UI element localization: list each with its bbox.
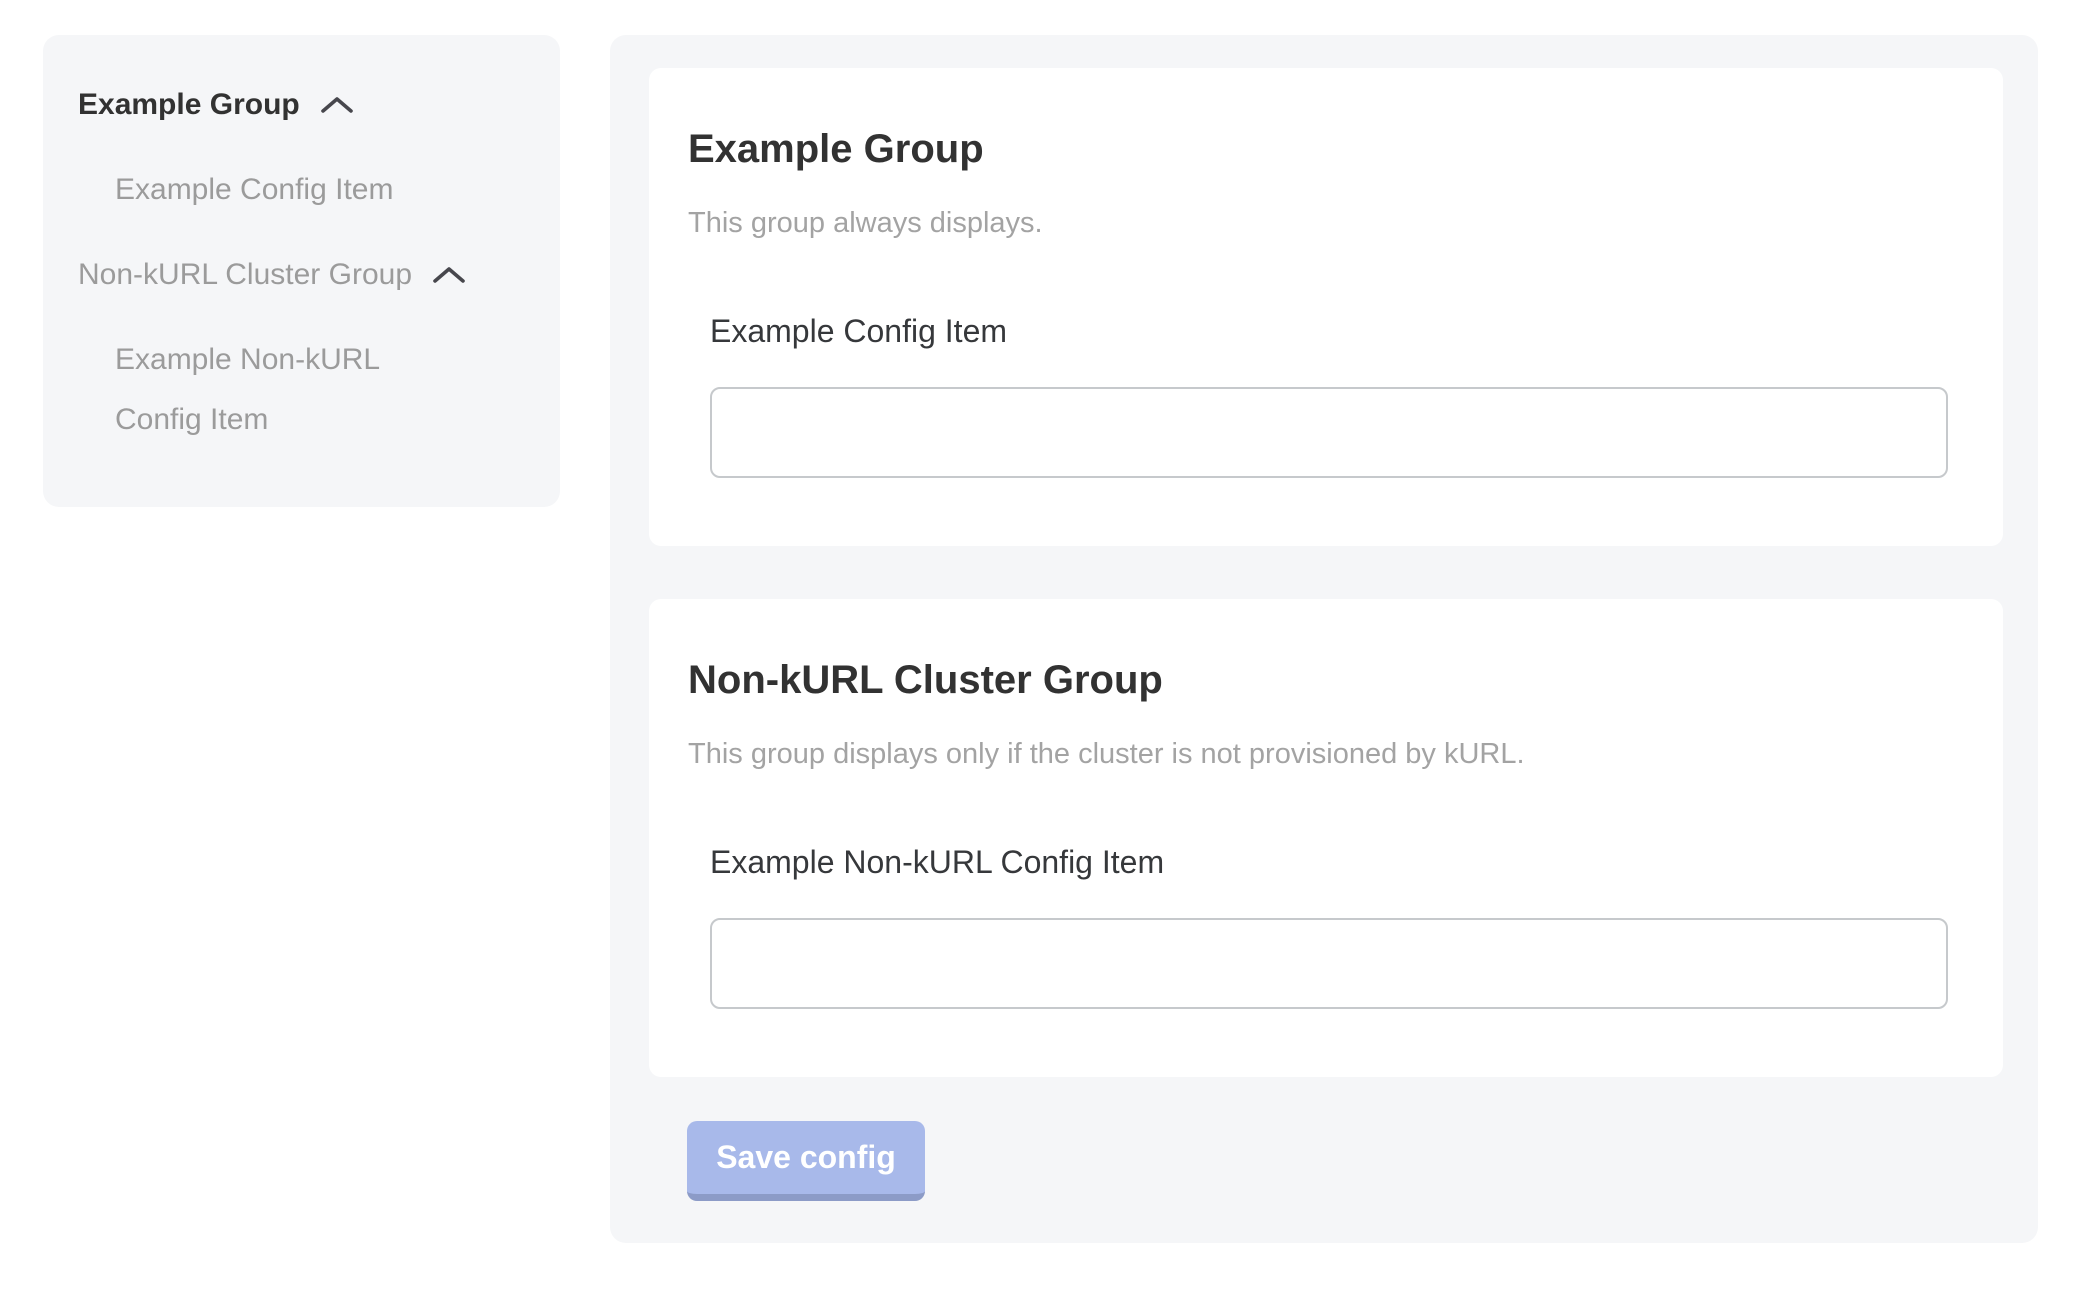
group-description: This group always displays. [688,206,1948,240]
group-title: Example Group [688,125,1948,173]
config-item-input-example-non-kurl-config-item[interactable] [710,918,1948,1009]
config-group-card-non-kurl-cluster-group: Non-kURL Cluster Group This group displa… [649,599,2003,1077]
chevron-up-icon [320,95,354,115]
sidebar-group-label: Example Group [78,75,300,135]
chevron-up-icon [432,265,466,285]
config-item-label: Example Config Item [710,312,1948,350]
config-item-label: Example Non-kURL Config Item [710,843,1948,881]
sidebar-item-example-config-item[interactable]: Example Config Item [115,160,525,220]
config-item-input-example-config-item[interactable] [710,387,1948,478]
config-nav-sidebar: Example Group Example Config Item Non-kU… [43,35,560,507]
group-description: This group displays only if the cluster … [688,737,1948,771]
config-area: Example Group This group always displays… [610,35,2038,1243]
group-title: Non-kURL Cluster Group [688,656,1948,704]
sidebar-group-label: Non-kURL Cluster Group [78,245,412,305]
sidebar-group-example-group[interactable]: Example Group [78,75,525,135]
config-group-card-example-group: Example Group This group always displays… [649,68,2003,546]
sidebar-item-example-non-kurl-config-item[interactable]: Example Non-kURL Config Item [115,330,445,450]
sidebar-group-non-kurl-cluster-group[interactable]: Non-kURL Cluster Group [78,245,525,305]
save-config-button[interactable]: Save config [687,1121,925,1201]
